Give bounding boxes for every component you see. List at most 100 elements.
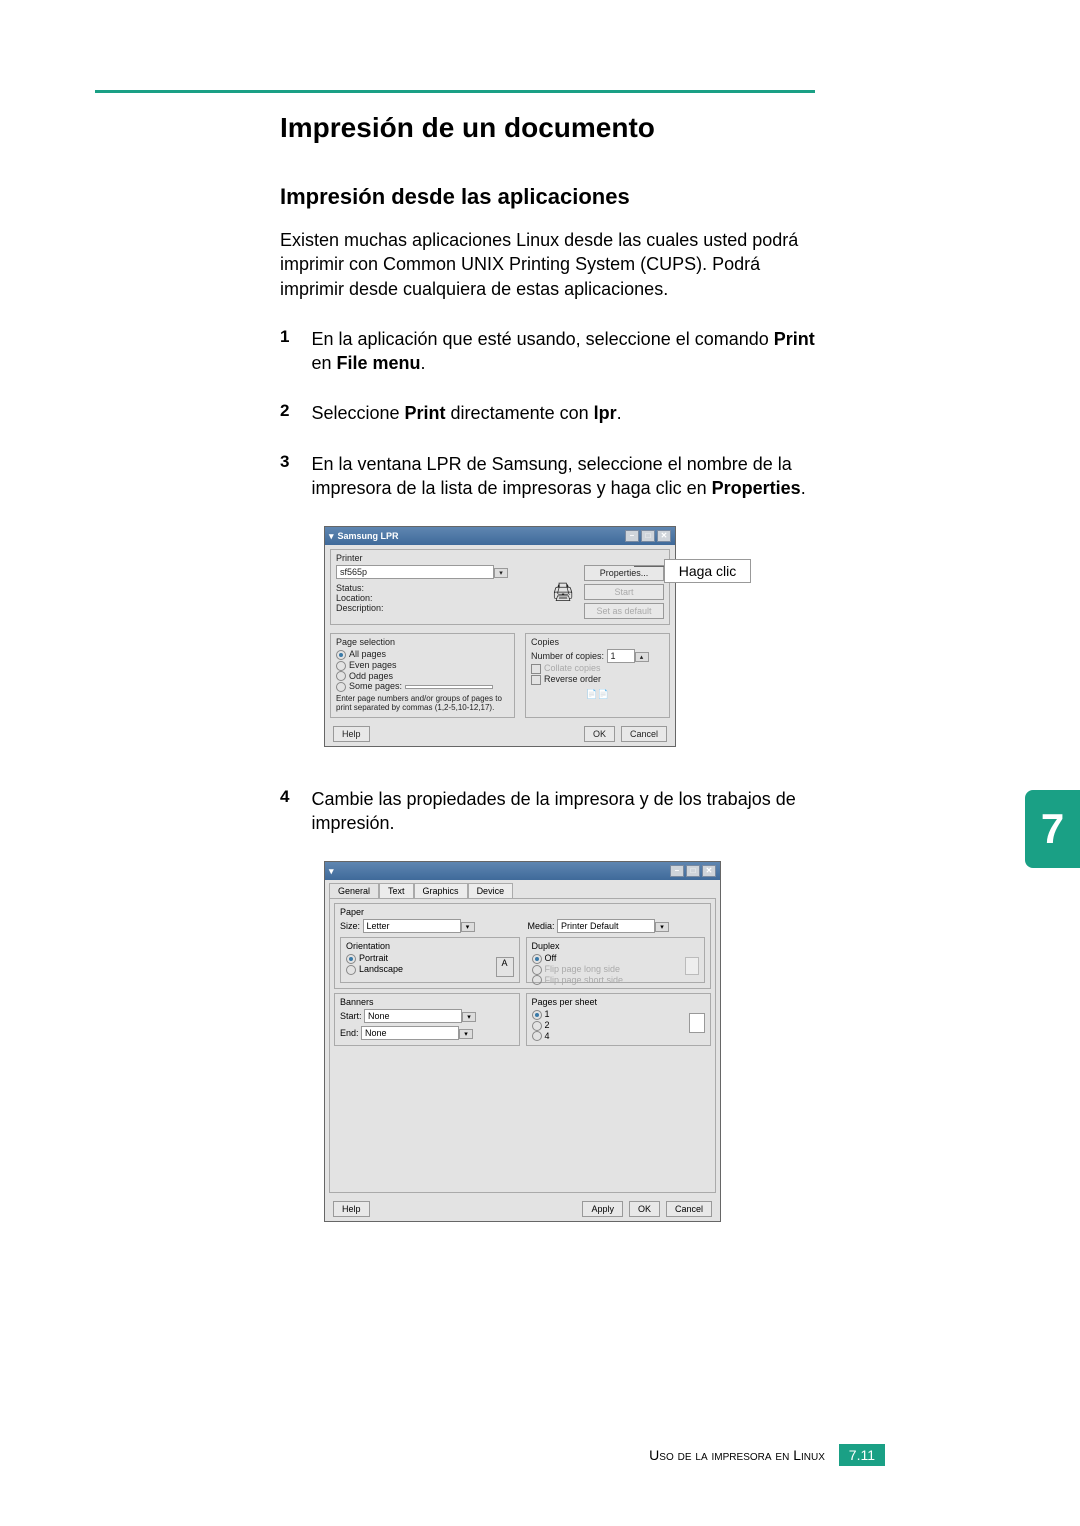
chevron-down-icon[interactable]: ▾ bbox=[494, 568, 508, 578]
intro-paragraph: Existen muchas aplicaciones Linux desde … bbox=[280, 228, 815, 301]
window-titlebar: ▾ – □ ✕ bbox=[325, 862, 720, 880]
callout-label: Haga clic bbox=[664, 559, 751, 583]
radio-duplex-long[interactable] bbox=[532, 965, 542, 975]
checkbox-reverse[interactable] bbox=[531, 675, 541, 685]
properties-button[interactable]: Properties... bbox=[584, 565, 664, 581]
copies-input[interactable]: 1 bbox=[607, 649, 635, 663]
step-4: 4 Cambie las propiedades de la impresora… bbox=[280, 787, 815, 836]
group-label: Printer bbox=[336, 553, 664, 563]
radio-pps-1[interactable] bbox=[532, 1010, 542, 1020]
banner-start-select[interactable]: None bbox=[364, 1009, 462, 1023]
step-number: 2 bbox=[280, 401, 289, 425]
step-number: 1 bbox=[280, 327, 289, 376]
step-text: En la aplicación que esté usando, selecc… bbox=[311, 327, 815, 376]
tab-bar: General Text Graphics Device bbox=[325, 880, 720, 898]
radio-duplex-short[interactable] bbox=[532, 975, 542, 985]
printer-icon: 🖨 bbox=[552, 582, 575, 603]
orientation-group: Orientation Portrait Landscape A bbox=[340, 937, 520, 983]
section-heading: Impresión desde las aplicaciones bbox=[280, 184, 815, 210]
cancel-button[interactable]: Cancel bbox=[666, 1201, 712, 1217]
callout-leader-line bbox=[634, 566, 664, 567]
ok-button[interactable]: OK bbox=[584, 726, 615, 742]
maximize-icon[interactable]: □ bbox=[686, 865, 700, 877]
duplex-preview-icon bbox=[685, 957, 699, 975]
orientation-preview-icon: A bbox=[496, 957, 514, 977]
copies-group: Copies Number of copies: 1▴ Collate copi… bbox=[525, 633, 670, 718]
radio-even-pages[interactable] bbox=[336, 661, 346, 671]
window-menu-icon[interactable]: ▾ bbox=[329, 531, 334, 542]
group-label: Banners bbox=[340, 997, 514, 1007]
ok-button[interactable]: OK bbox=[629, 1201, 660, 1217]
step-2: 2 Seleccione Print directamente con lpr. bbox=[280, 401, 815, 425]
duplex-group: Duplex Off Flip page long side Flip page… bbox=[526, 937, 706, 983]
step-1: 1 En la aplicación que esté usando, sele… bbox=[280, 327, 815, 376]
main-content: Impresión de un documento Impresión desd… bbox=[280, 100, 815, 1222]
window-menu-icon[interactable]: ▾ bbox=[329, 866, 334, 877]
size-select[interactable]: Letter bbox=[363, 919, 461, 933]
radio-landscape[interactable] bbox=[346, 965, 356, 975]
lpr-window: ▾ Samsung LPR – □ ✕ Printer sf565p▾ Stat… bbox=[324, 526, 676, 747]
tab-panel-general: Paper Size: Letter▾ Media: Printer Defau… bbox=[329, 898, 716, 1193]
page-heading: Impresión de un documento bbox=[280, 112, 815, 144]
help-button[interactable]: Help bbox=[333, 1201, 370, 1217]
properties-window: ▾ – □ ✕ General Text Graphics Device Pap… bbox=[324, 861, 721, 1222]
some-pages-input[interactable] bbox=[405, 685, 493, 689]
page-top-rule bbox=[95, 90, 815, 93]
spinner-icon[interactable]: ▴ bbox=[635, 652, 649, 662]
banners-group: Banners Start: None▾ End: None▾ bbox=[334, 993, 520, 1046]
radio-some-pages[interactable] bbox=[336, 682, 346, 692]
radio-pps-4[interactable] bbox=[532, 1031, 542, 1041]
group-label: Pages per sheet bbox=[532, 997, 706, 1007]
checkbox-collate[interactable] bbox=[531, 664, 541, 674]
radio-duplex-off[interactable] bbox=[532, 954, 542, 964]
radio-pps-2[interactable] bbox=[532, 1021, 542, 1031]
page-number-badge: 7.11 bbox=[839, 1444, 885, 1466]
group-label: Copies bbox=[531, 637, 664, 647]
window-titlebar: ▾ Samsung LPR – □ ✕ bbox=[325, 527, 675, 545]
close-icon[interactable]: ✕ bbox=[657, 530, 671, 542]
close-icon[interactable]: ✕ bbox=[702, 865, 716, 877]
tab-text[interactable]: Text bbox=[379, 883, 414, 898]
radio-all-pages[interactable] bbox=[336, 650, 346, 660]
group-label: Page selection bbox=[336, 637, 509, 647]
tab-graphics[interactable]: Graphics bbox=[414, 883, 468, 898]
radio-portrait[interactable] bbox=[346, 954, 356, 964]
banner-end-select[interactable]: None bbox=[361, 1026, 459, 1040]
pages-per-sheet-group: Pages per sheet 1 2 4 bbox=[526, 993, 712, 1046]
footer-text: Uso de la impresora en Linux bbox=[649, 1447, 825, 1463]
minimize-icon[interactable]: – bbox=[670, 865, 684, 877]
chevron-down-icon[interactable]: ▾ bbox=[461, 922, 475, 932]
page-footer: Uso de la impresora en Linux 7.11 bbox=[0, 1444, 1080, 1466]
cancel-button[interactable]: Cancel bbox=[621, 726, 667, 742]
media-select[interactable]: Printer Default bbox=[557, 919, 655, 933]
printer-group: Printer sf565p▾ Status: Location: Descri… bbox=[330, 549, 670, 625]
minimize-icon[interactable]: – bbox=[625, 530, 639, 542]
some-pages-hint: Enter page numbers and/or groups of page… bbox=[336, 694, 509, 712]
chevron-down-icon[interactable]: ▾ bbox=[655, 922, 669, 932]
chevron-down-icon[interactable]: ▾ bbox=[462, 1012, 476, 1022]
collate-icon: 📄📄 bbox=[531, 689, 664, 700]
page-selection-group: Page selection All pages Even pages Odd … bbox=[330, 633, 515, 718]
window-title: Samsung LPR bbox=[338, 531, 399, 541]
chevron-down-icon[interactable]: ▾ bbox=[459, 1029, 473, 1039]
lpr-window-screenshot: ▾ Samsung LPR – □ ✕ Printer sf565p▾ Stat… bbox=[324, 526, 754, 747]
chapter-side-tab: 7 bbox=[1025, 790, 1080, 868]
tab-device[interactable]: Device bbox=[468, 883, 514, 898]
start-button[interactable]: Start bbox=[584, 584, 664, 600]
step-3: 3 En la ventana LPR de Samsung, seleccio… bbox=[280, 452, 815, 501]
radio-odd-pages[interactable] bbox=[336, 671, 346, 681]
group-label: Duplex bbox=[532, 941, 700, 951]
set-default-button[interactable]: Set as default bbox=[584, 603, 664, 619]
maximize-icon[interactable]: □ bbox=[641, 530, 655, 542]
printer-select[interactable]: sf565p bbox=[336, 565, 494, 579]
status-label: Status: bbox=[336, 583, 542, 593]
step-number: 3 bbox=[280, 452, 289, 501]
tab-general[interactable]: General bbox=[329, 883, 379, 898]
help-button[interactable]: Help bbox=[333, 726, 370, 742]
step-text: En la ventana LPR de Samsung, seleccione… bbox=[311, 452, 815, 501]
apply-button[interactable]: Apply bbox=[582, 1201, 623, 1217]
location-label: Location: bbox=[336, 593, 542, 603]
step-text: Seleccione Print directamente con lpr. bbox=[311, 401, 621, 425]
paper-group: Paper Size: Letter▾ Media: Printer Defau… bbox=[334, 903, 711, 989]
group-label: Paper bbox=[340, 907, 705, 917]
